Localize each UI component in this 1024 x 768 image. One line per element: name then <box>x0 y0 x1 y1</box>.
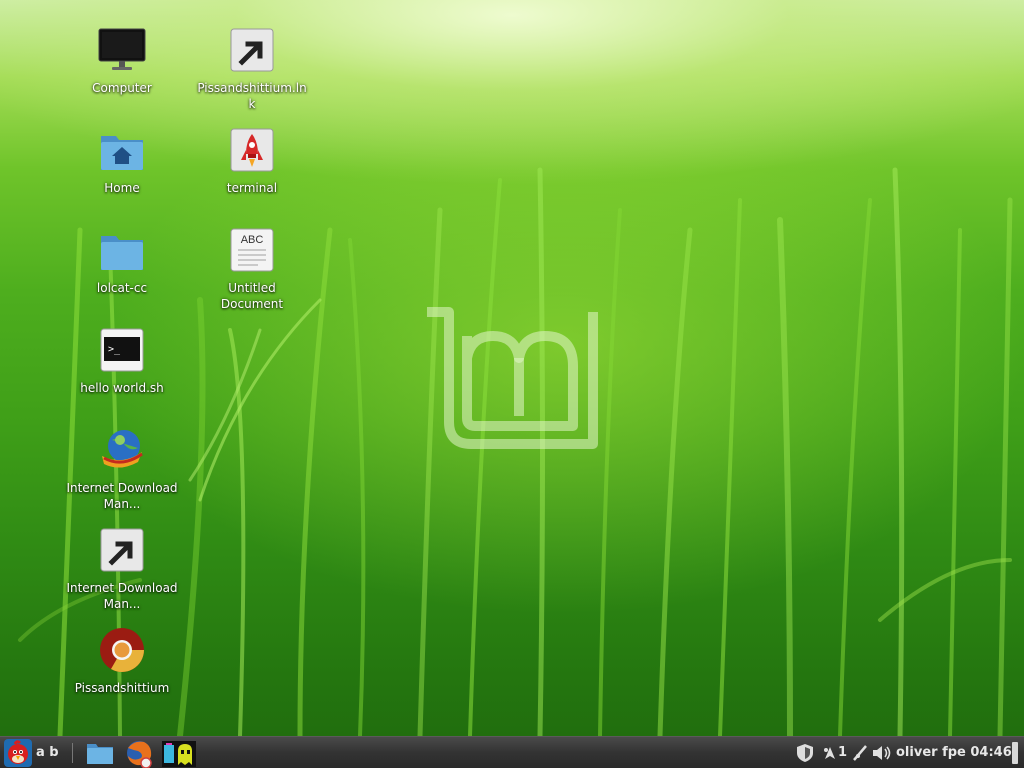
desktop-icon-label: Pissandshittium.lnk <box>197 81 307 111</box>
pacman-ghost-icon <box>162 740 196 767</box>
desktop-icon-folder[interactable]: lolcat-cc <box>62 226 182 296</box>
desktop-icon-label: hello world.sh <box>80 381 164 395</box>
taskbar-separator <box>72 743 73 763</box>
desktop-icon-idm[interactable]: Internet Download Man... <box>62 426 182 512</box>
home-folder-icon <box>98 126 146 174</box>
files-icon <box>87 743 113 764</box>
rocket-icon <box>228 126 276 174</box>
folder-icon <box>98 226 146 274</box>
volume-icon[interactable] <box>872 737 892 768</box>
svg-text:>_: >_ <box>108 344 121 355</box>
desktop-icon-script[interactable]: >_ hello world.sh <box>62 326 182 396</box>
launcher-firefox[interactable] <box>124 737 156 768</box>
desktop-icon-label: Computer <box>92 81 152 95</box>
desktop-icon-label: lolcat-cc <box>96 281 148 295</box>
svg-text:ABC: ABC <box>241 234 264 246</box>
menu-label[interactable]: a b <box>36 737 59 768</box>
menu-button[interactable] <box>4 737 34 768</box>
update-manager-icon[interactable] <box>822 737 838 768</box>
update-count: 1 <box>838 745 848 760</box>
desktop-icon-label: Internet Download Man... <box>66 481 178 511</box>
desktop-icon-home[interactable]: Home <box>62 126 182 196</box>
desktop-icon-label: Home <box>104 181 140 195</box>
text-document-icon: ABC <box>228 226 276 274</box>
network-icon[interactable] <box>852 737 868 768</box>
firefox-icon <box>127 740 152 768</box>
desktop-icon-label: Internet Download Man... <box>66 581 178 611</box>
mint-logo <box>427 307 598 449</box>
shortcut-icon <box>228 26 276 74</box>
clock-text[interactable]: oliver fpe 04:46 <box>896 737 1012 768</box>
show-desktop-button[interactable] <box>1012 737 1020 768</box>
terminal-script-icon: >_ <box>98 326 146 374</box>
desktop-icon-computer[interactable]: Computer <box>62 26 182 96</box>
desktop-icon-document[interactable]: ABC Untitled Document <box>192 226 312 312</box>
launcher-files[interactable] <box>86 737 116 768</box>
desktop-icon-shortcut[interactable]: Pissandshittium.lnk <box>192 26 312 112</box>
angry-bird-menu-icon <box>4 738 32 767</box>
desktop-icon-label: Untitled Document <box>220 281 284 311</box>
launcher-game[interactable] <box>162 737 198 768</box>
monitor-icon <box>98 26 146 74</box>
shield-icon[interactable] <box>796 737 816 768</box>
desktop: Computer Pissandshittium.lnk Home termin… <box>0 0 1024 736</box>
globe-download-icon <box>98 426 146 474</box>
desktop-icon-idm-shortcut[interactable]: Internet Download Man... <box>62 526 182 612</box>
chromium-icon <box>98 626 146 674</box>
shortcut-icon <box>98 526 146 574</box>
desktop-icon-label: Pissandshittium <box>74 681 170 695</box>
desktop-icon-label: terminal <box>226 181 278 195</box>
desktop-icon-terminal[interactable]: terminal <box>192 126 312 196</box>
desktop-icon-chromium[interactable]: Pissandshittium <box>62 626 182 696</box>
taskbar: a b 1 oliver fpe 04:46 <box>0 736 1024 768</box>
